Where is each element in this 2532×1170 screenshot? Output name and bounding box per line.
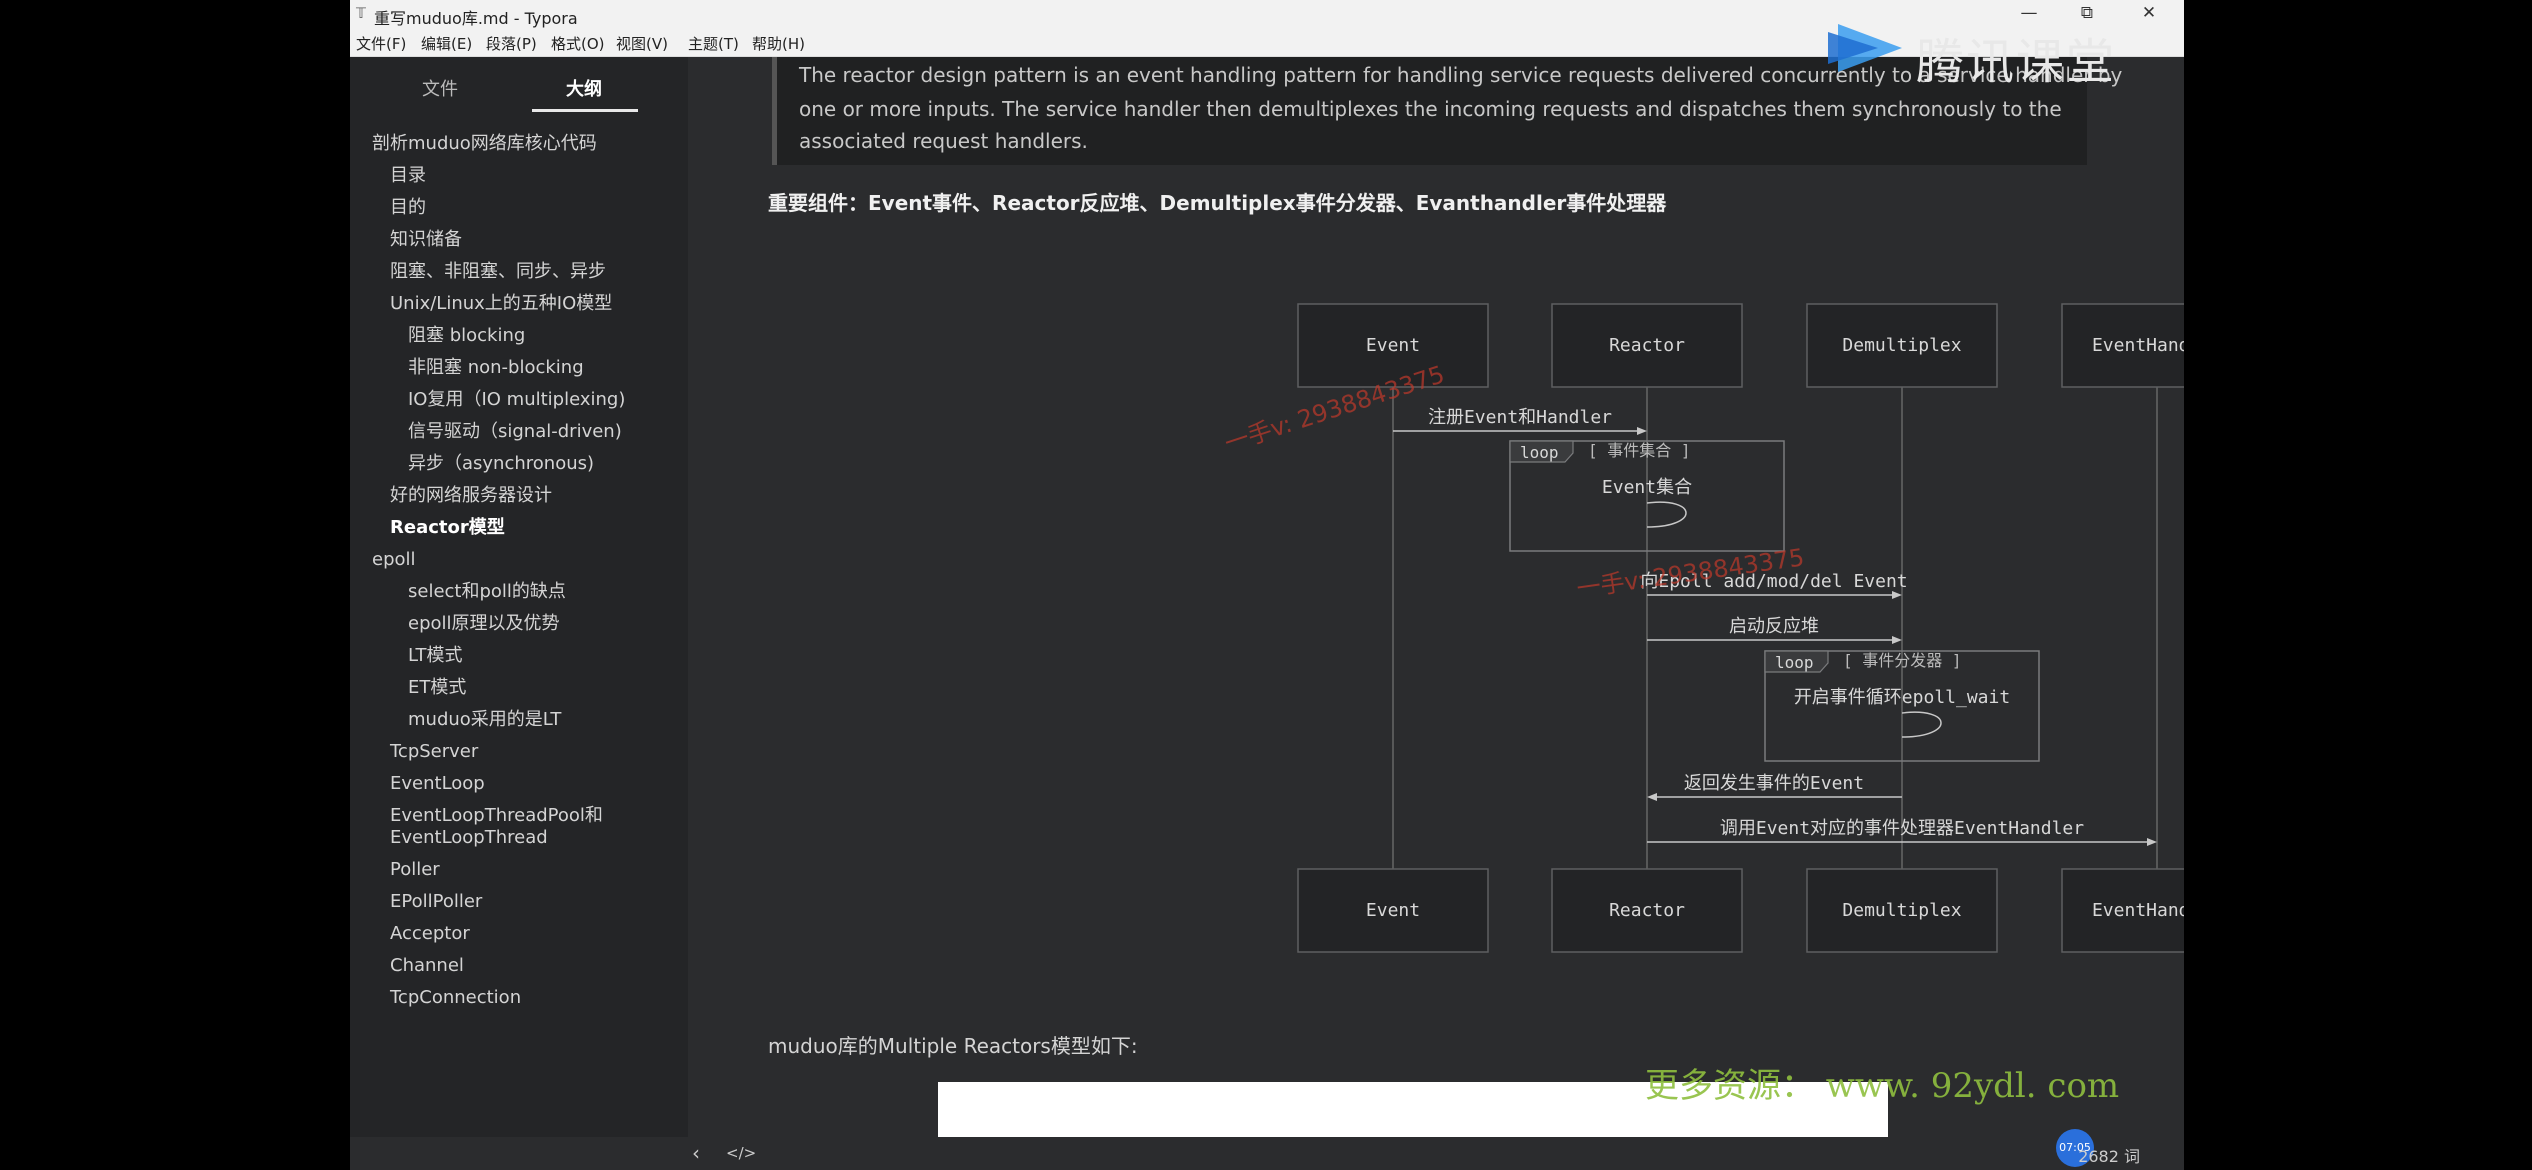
window-title: 重写muduo库.md - Typora <box>374 9 578 28</box>
menu-view[interactable]: 视图(V) <box>616 33 668 54</box>
typora-app-icon: 𝕋 <box>356 6 366 22</box>
outline-item[interactable]: TcpServer <box>390 741 478 763</box>
outline-item[interactable]: 目录 <box>390 165 426 187</box>
outline-item[interactable]: EventLoopThreadPool和 EventLoopThread <box>390 805 603 849</box>
close-button[interactable]: ✕ <box>2134 3 2164 23</box>
menu-edit[interactable]: 编辑(E) <box>421 33 472 54</box>
message-label: 注册Event和Handler <box>1428 407 1612 428</box>
outline-item[interactable]: 剖析muduo网络库核心代码 <box>372 133 597 155</box>
outline-item[interactable]: muduo采用的是LT <box>408 709 561 731</box>
typora-window: 𝕋 重写muduo库.md - Typora — ⧉ ✕ 文件(F) 编辑(E)… <box>350 0 2184 1170</box>
outline-item[interactable]: 信号驱动（signal-driven) <box>408 421 622 443</box>
menu-theme[interactable]: 主题(T) <box>688 33 739 54</box>
outline-item[interactable]: Unix/Linux上的五种IO模型 <box>390 293 612 315</box>
menu-format[interactable]: 格式(O) <box>551 33 605 54</box>
arrow-head <box>2147 838 2157 846</box>
message-label: 启动反应堆 <box>1729 616 1819 637</box>
self-loop-arrow <box>1646 501 1687 528</box>
participant-label: Reactor <box>1609 900 1685 921</box>
minimize-button[interactable]: — <box>2014 3 2044 23</box>
word-count[interactable]: 2682 词 <box>2078 1143 2140 1167</box>
outline-item[interactable]: select和poll的缺点 <box>408 581 566 603</box>
outline-item[interactable]: ET模式 <box>408 677 466 699</box>
outline-sidebar: 文件 大纲 剖析muduo网络库核心代码目录目的知识储备阻塞、非阻塞、同步、异步… <box>350 57 688 1170</box>
outline-item[interactable]: EventLoop <box>390 773 485 795</box>
outline-item[interactable]: Channel <box>390 955 464 977</box>
loop-body-label: Event集合 <box>1602 477 1692 498</box>
participant-label: Demultiplex <box>1842 900 1961 921</box>
outline-item[interactable]: epoll <box>372 549 416 571</box>
participant-label: EventHandler <box>2092 900 2184 921</box>
outline-item[interactable]: EPollPoller <box>390 891 482 913</box>
editor-content[interactable]: The reactor design pattern is an event h… <box>688 57 2184 1140</box>
participant-label: Event <box>1366 335 1420 356</box>
participant-label: Event <box>1366 900 1420 921</box>
outline-item[interactable]: 知识储备 <box>390 229 462 251</box>
outline-item[interactable]: 目的 <box>390 197 426 219</box>
outline-item[interactable]: 阻塞、非阻塞、同步、异步 <box>390 261 606 283</box>
participant-label: Reactor <box>1609 335 1685 356</box>
message-label: 返回发生事件的Event <box>1684 773 1864 794</box>
outline-item[interactable]: epoll原理以及优势 <box>408 613 560 635</box>
menu-paragraph[interactable]: 段落(P) <box>486 33 537 54</box>
reactor-sequence-diagram: Event Reactor Demultiplex EventHandler 注… <box>1221 303 2184 953</box>
play-logo-icon <box>1828 24 1902 72</box>
outline-item[interactable]: 阻塞 blocking <box>408 325 525 347</box>
loop-tag-text: loop <box>1520 443 1559 462</box>
site-watermark: 更多资源： www. 92ydl. com <box>1645 1066 2120 1106</box>
menu-file[interactable]: 文件(F) <box>356 33 406 54</box>
outline-item[interactable]: 异步（asynchronous) <box>408 453 594 475</box>
loop-condition: [ 事件集合 ] <box>1588 441 1691 460</box>
contact-watermark: 一手v: 2938843375 <box>1575 543 1806 603</box>
outline-item[interactable]: Acceptor <box>390 923 470 945</box>
chevron-left-icon[interactable]: ‹ <box>692 1141 700 1165</box>
source-code-mode-icon[interactable]: </> <box>726 1144 756 1162</box>
menu-help[interactable]: 帮助(H) <box>752 33 805 54</box>
outline-item[interactable]: 非阻塞 non-blocking <box>408 357 584 379</box>
status-bar: ‹ </> 07:05 2682 词 <box>350 1129 2184 1170</box>
outline-item[interactable]: Poller <box>390 859 440 881</box>
arrow-head <box>1637 427 1647 435</box>
outline-item[interactable]: LT模式 <box>408 645 463 667</box>
arrow-head <box>1647 793 1657 801</box>
message-label: 调用Event对应的事件处理器EventHandler <box>1720 818 2084 839</box>
loop-condition: [ 事件分发器 ] <box>1843 651 1962 670</box>
participant-label: Demultiplex <box>1842 335 1961 356</box>
outline-item[interactable]: TcpConnection <box>390 987 521 1009</box>
active-tab-indicator <box>532 109 638 112</box>
maximize-button[interactable]: ⧉ <box>2072 3 2102 23</box>
outline-item[interactable]: Reactor模型 <box>390 517 505 539</box>
loop-tag-text: loop <box>1775 653 1814 672</box>
brand-text: 腾讯课堂 <box>1916 34 2117 90</box>
loop-body-label: 开启事件循环epoll_wait <box>1794 687 2010 708</box>
tab-files[interactable]: 文件 <box>422 75 458 101</box>
arrow-head <box>1892 636 1902 644</box>
tab-outline[interactable]: 大纲 <box>566 75 602 101</box>
arrow-head <box>1892 591 1902 599</box>
outline-item[interactable]: 好的网络服务器设计 <box>390 485 552 507</box>
participant-label: EventHandler <box>2092 335 2184 356</box>
self-loop-arrow <box>1901 711 1942 738</box>
outline-item[interactable]: IO复用（IO multiplexing) <box>408 389 625 411</box>
paragraph: muduo库的Multiple Reactors模型如下: <box>768 1034 1138 1058</box>
